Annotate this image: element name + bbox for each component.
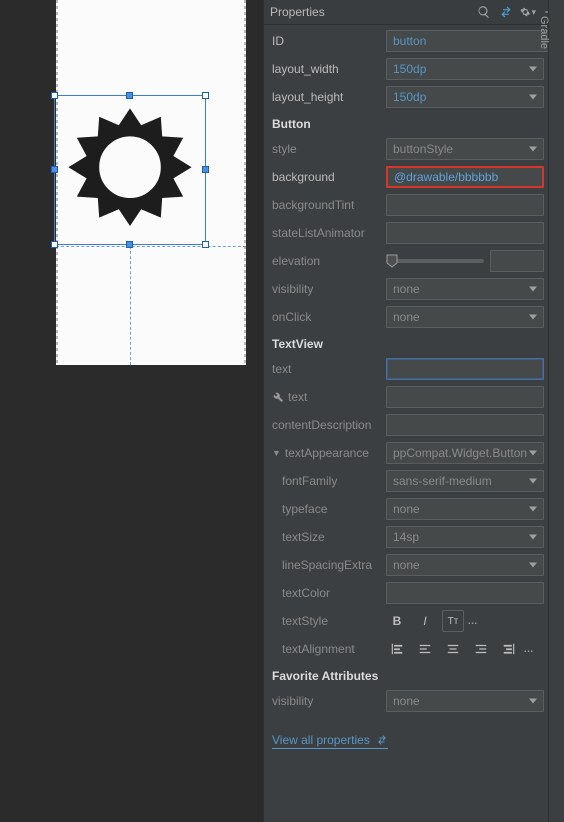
onclick-combo[interactable]: none — [386, 306, 544, 328]
layout-width-combo[interactable]: 150dp — [386, 58, 544, 80]
resize-handle[interactable] — [51, 92, 58, 99]
layout-height-combo[interactable]: 150dp — [386, 86, 544, 108]
resize-handle[interactable] — [202, 92, 209, 99]
fav-visibility-combo[interactable]: none — [386, 690, 544, 712]
label: textAlignment — [272, 642, 386, 656]
statelistanimator-input[interactable]: . — [386, 222, 544, 244]
search-icon[interactable] — [476, 4, 492, 20]
label: layout_height — [272, 90, 386, 104]
panel-title: Properties — [270, 5, 470, 19]
textcolor-input[interactable]: . — [386, 582, 544, 604]
wrench-icon — [272, 391, 284, 403]
label: textColor — [272, 586, 386, 600]
section-button: Button — [264, 111, 564, 135]
swap-icon — [376, 734, 388, 746]
label: background — [272, 170, 386, 184]
label: text — [272, 390, 386, 404]
label: fontFamily — [272, 474, 386, 488]
label: text — [272, 362, 386, 376]
fontfamily-combo[interactable]: sans-serif-medium — [386, 470, 544, 492]
align-center-button[interactable] — [442, 638, 464, 660]
style-combo[interactable]: buttonStyle — [386, 138, 544, 160]
swap-icon[interactable] — [498, 4, 514, 20]
design-canvas[interactable] — [0, 0, 263, 370]
textappearance-combo[interactable]: ppCompat.Widget.Button — [386, 442, 544, 464]
align-right-button[interactable] — [470, 638, 492, 660]
label: visibility — [272, 282, 386, 296]
resize-handle[interactable] — [126, 241, 133, 248]
backgroundtint-input[interactable]: . — [386, 194, 544, 216]
label: visibility — [272, 694, 386, 708]
textsize-combo[interactable]: 14sp — [386, 526, 544, 548]
slider-thumb-icon[interactable] — [386, 254, 398, 268]
allcaps-button[interactable]: Tᴛ — [442, 610, 464, 632]
resize-handle[interactable] — [202, 166, 209, 173]
view-all-properties-link[interactable]: View all properties — [272, 733, 388, 749]
gradle-side-tab[interactable]: Gradle — [548, 0, 564, 822]
typeface-combo[interactable]: none — [386, 498, 544, 520]
italic-button[interactable]: I — [414, 610, 436, 632]
label: layout_width — [272, 62, 386, 76]
label: contentDescription — [272, 418, 386, 432]
resize-handle[interactable] — [51, 166, 58, 173]
more-icon[interactable]: … — [522, 644, 536, 655]
section-textview: TextView — [264, 331, 564, 355]
section-favorite: Favorite Attributes — [264, 663, 564, 687]
label: typeface — [272, 502, 386, 516]
label: elevation — [272, 254, 386, 268]
resize-handle[interactable] — [126, 92, 133, 99]
align-viewstart-button[interactable] — [386, 638, 408, 660]
bold-button[interactable]: B — [386, 610, 408, 632]
label: lineSpacingExtra — [272, 558, 386, 572]
label: backgroundTint — [272, 198, 386, 212]
align-viewend-button[interactable] — [498, 638, 520, 660]
text-input[interactable]: . — [386, 358, 544, 380]
elevation-slider[interactable] — [386, 259, 484, 263]
resize-handle[interactable] — [51, 241, 58, 248]
resize-handle[interactable] — [202, 241, 209, 248]
properties-panel: Properties ▾ ID button l — [263, 0, 564, 822]
elevation-input[interactable] — [490, 250, 544, 272]
more-icon[interactable]: … — [466, 616, 480, 627]
label: textStyle — [272, 614, 386, 628]
label: style — [272, 142, 386, 156]
guideline-horizontal — [56, 246, 246, 247]
guideline-vertical — [130, 246, 131, 365]
gear-menu-icon[interactable]: ▾ — [520, 4, 536, 20]
background-input[interactable]: @drawable/bbbbbb — [386, 166, 544, 188]
align-left-button[interactable] — [414, 638, 436, 660]
label: stateListAnimator — [272, 226, 386, 240]
label: onClick — [272, 310, 386, 324]
label: textSize — [272, 530, 386, 544]
id-input[interactable]: button — [386, 30, 560, 52]
design-text-input[interactable]: . — [386, 386, 544, 408]
label: ID — [272, 34, 386, 48]
label[interactable]: ▼ textAppearance — [272, 446, 386, 460]
selection-box[interactable] — [54, 95, 206, 245]
linespacing-combo[interactable]: none — [386, 554, 544, 576]
contentdescription-input[interactable]: . — [386, 414, 544, 436]
visibility-combo[interactable]: none — [386, 278, 544, 300]
